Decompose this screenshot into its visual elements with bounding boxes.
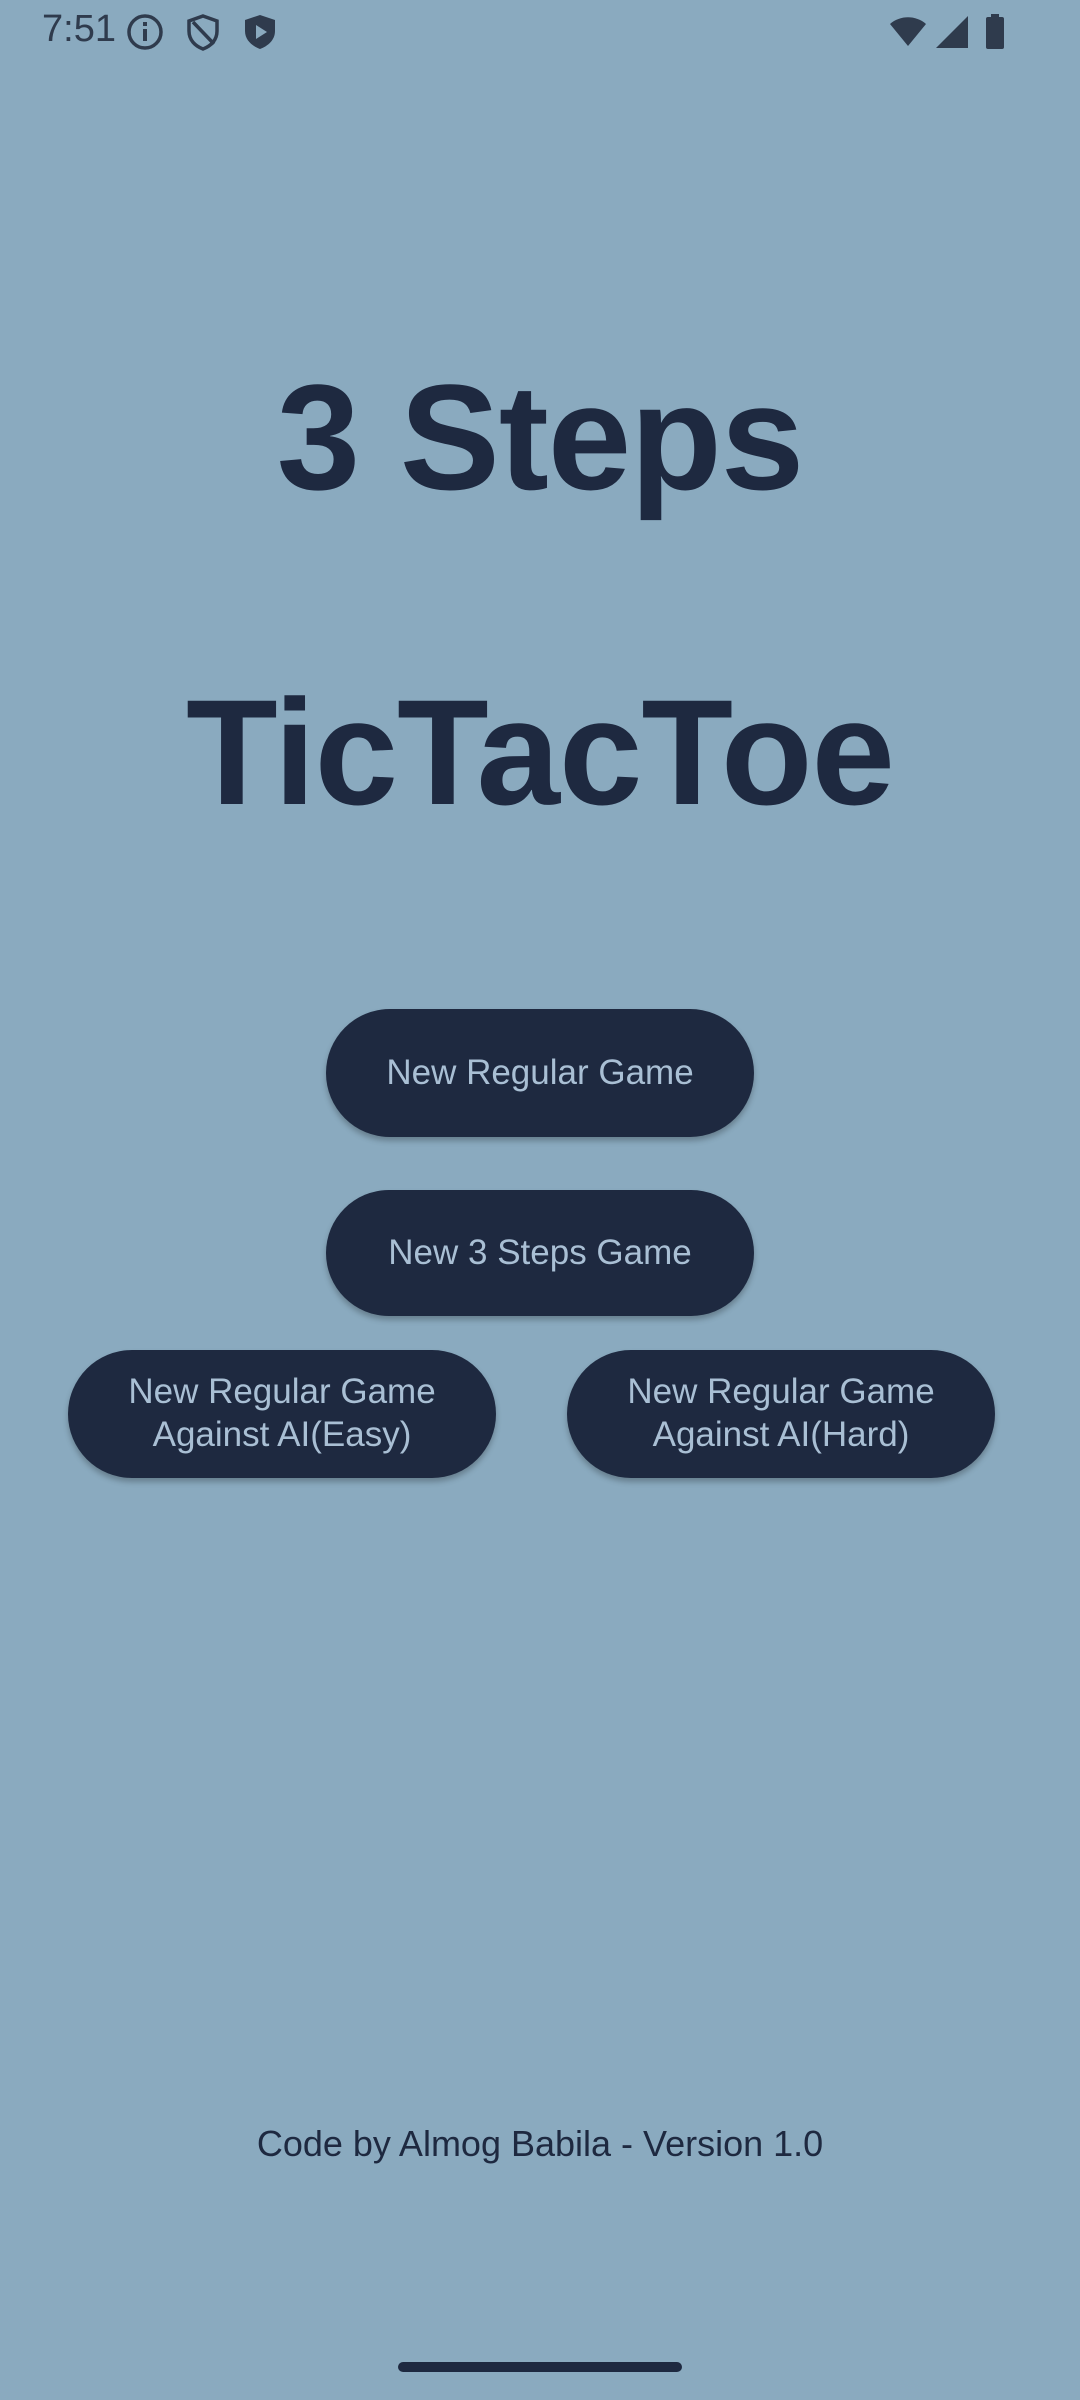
wifi-icon bbox=[888, 12, 928, 52]
battery-icon bbox=[980, 12, 1020, 52]
new-game-ai-hard-button[interactable]: New Regular Game Against AI(Hard) bbox=[567, 1350, 995, 1478]
shield-icon bbox=[183, 12, 223, 52]
play-shield-icon bbox=[240, 12, 280, 52]
home-indicator[interactable] bbox=[398, 2362, 682, 2372]
new-regular-game-button[interactable]: New Regular Game bbox=[326, 1009, 754, 1137]
app-title-line-1: 3 Steps bbox=[276, 353, 805, 521]
cellular-signal-icon bbox=[932, 12, 972, 52]
app-title-line-2: TicTacToe bbox=[186, 668, 895, 836]
info-icon bbox=[125, 12, 165, 52]
status-bar: 7:51 bbox=[0, 0, 1080, 64]
status-time: 7:51 bbox=[42, 8, 116, 50]
footer-credit: Code by Almog Babila - Version 1.0 bbox=[256, 2123, 824, 2164]
new-game-ai-easy-button[interactable]: New Regular Game Against AI(Easy) bbox=[68, 1350, 496, 1478]
new-3-steps-game-button[interactable]: New 3 Steps Game bbox=[326, 1190, 754, 1316]
